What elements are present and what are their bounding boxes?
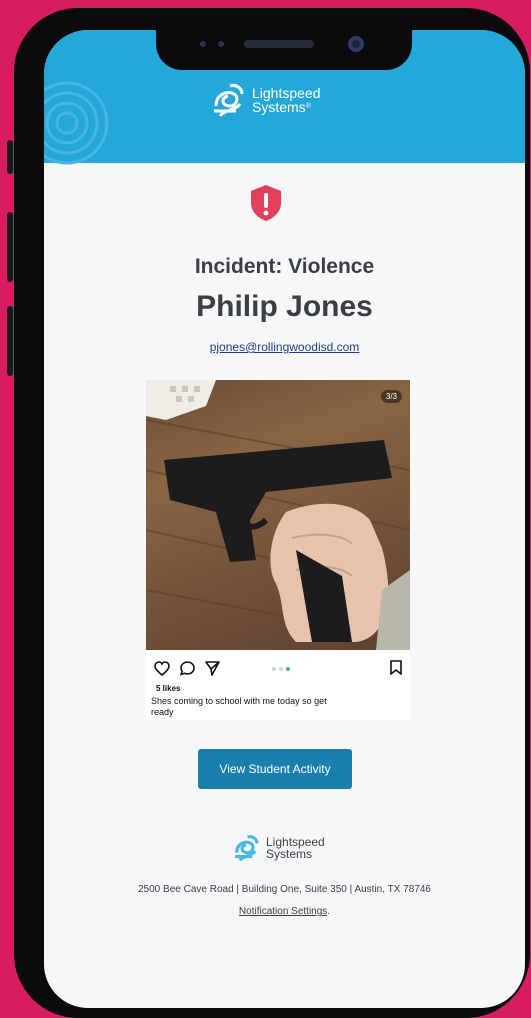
comment-icon[interactable]: [180, 661, 195, 676]
header-logo-text: Lightspeed Systems®: [252, 86, 321, 114]
speaker-grille: [244, 40, 314, 48]
post-likes: 5 likes: [156, 684, 181, 693]
phone-side-button: [7, 140, 13, 174]
header-logo[interactable]: Lightspeed Systems®: [210, 80, 321, 120]
sensor-dot: [200, 41, 206, 47]
phone-notch: [156, 18, 412, 70]
footer-logo-line2: Systems: [266, 847, 313, 861]
image-counter: 3/3: [380, 390, 402, 403]
incident-title: Incident: Violence: [194, 255, 375, 278]
email-screen: Lightspeed Systems® Incident: Violence P…: [44, 30, 525, 1008]
footer-logo[interactable]: Lightspeed Systems: [232, 831, 325, 865]
footer-settings: Notification Settings.: [44, 906, 525, 917]
carousel-dot: [272, 667, 276, 671]
footer-logo-text: Lightspeed Systems: [266, 836, 325, 860]
header-swirl-decoration: [44, 81, 109, 165]
post-caption: Shes coming to school with me today so g…: [151, 696, 327, 717]
registered-mark: ®: [305, 103, 311, 110]
post-photo[interactable]: 3/3: [146, 380, 410, 650]
heart-icon[interactable]: [154, 661, 170, 676]
settings-period: .: [327, 906, 331, 917]
carousel-dot-active: [286, 667, 290, 671]
shield-alert-icon: [251, 185, 281, 221]
sensor-dot: [218, 41, 224, 47]
phone-side-button: [7, 306, 13, 376]
post-action-bar: [154, 661, 220, 676]
view-student-activity-button[interactable]: View Student Activity: [198, 749, 352, 789]
photo-scene: [146, 380, 410, 650]
notification-settings-link[interactable]: Notification Settings: [239, 906, 327, 917]
carousel-dot: [279, 667, 283, 671]
bookmark-icon[interactable]: [390, 660, 402, 675]
phone-frame: Lightspeed Systems® Incident: Violence P…: [7, 8, 530, 1018]
header-logo-line1: Lightspeed: [252, 85, 321, 101]
student-email-link[interactable]: pjones@rollingwoodisd.com: [44, 340, 525, 354]
header-logo-line2: Systems®: [252, 99, 311, 115]
carousel-indicator: [272, 667, 290, 671]
student-name: Philip Jones: [196, 290, 373, 323]
phone-side-button: [7, 212, 13, 282]
flagged-post: 3/3 5 likes Shes coming to school with m…: [146, 380, 410, 720]
front-camera: [348, 36, 364, 52]
lightspeed-logo-icon: [235, 835, 259, 862]
send-icon[interactable]: [205, 661, 220, 676]
footer-address: 2500 Bee Cave Road | Building One, Suite…: [138, 884, 431, 895]
lightspeed-logo-icon: [214, 84, 244, 118]
